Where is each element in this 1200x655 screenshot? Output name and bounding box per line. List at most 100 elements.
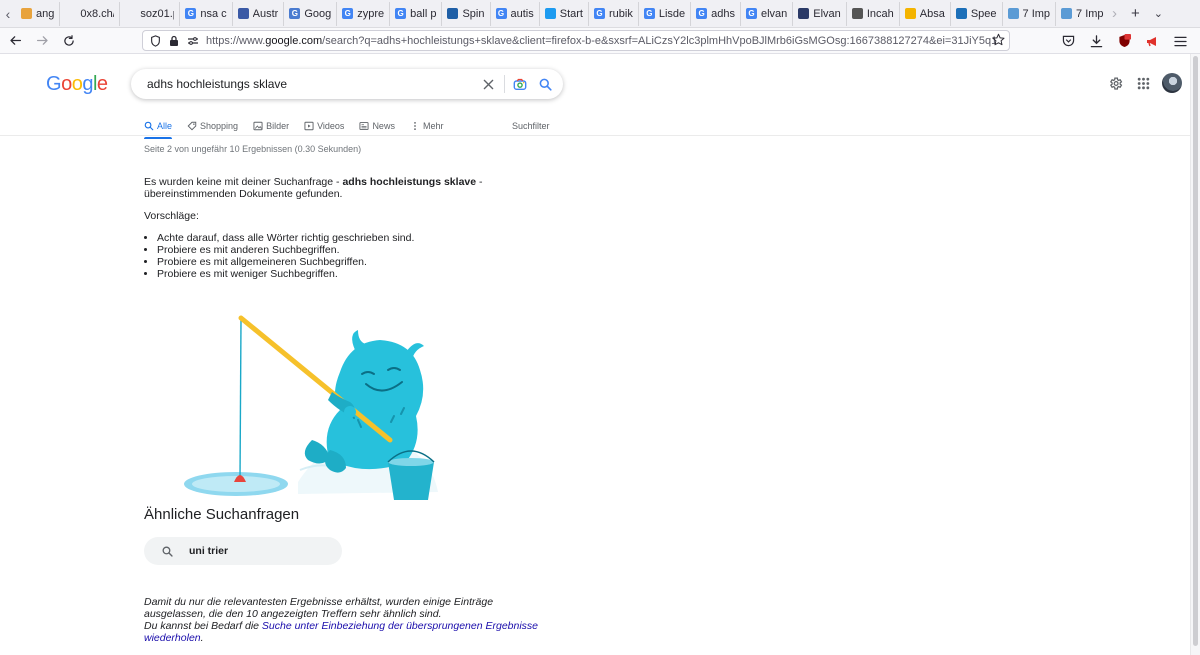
google-header: Google AlleShoppingBilde xyxy=(0,54,1190,139)
tab-title: adhs xyxy=(711,7,735,20)
camera-icon xyxy=(513,78,527,90)
forward-button[interactable] xyxy=(30,29,54,53)
browser-tab[interactable]: soz01.p xyxy=(120,1,181,26)
tab-title: nsa c xyxy=(200,7,227,20)
tab-favicon-icon xyxy=(1061,8,1073,19)
address-bar[interactable]: https://www.google.com/search?q=adhs+hoc… xyxy=(142,30,1010,51)
tab-title: 7 Imp xyxy=(1022,7,1051,20)
tab-actions: › + ⌄ xyxy=(1112,5,1163,22)
more-vert-icon xyxy=(410,121,420,131)
browser-tab[interactable]: Incah xyxy=(847,1,900,26)
bucket xyxy=(388,462,434,500)
google-logo[interactable]: Google xyxy=(46,73,108,96)
new-tab-button[interactable]: + xyxy=(1131,5,1140,22)
tab-mehr[interactable]: Mehr xyxy=(410,116,443,136)
related-search-label: uni trier xyxy=(189,545,229,557)
reload-button[interactable] xyxy=(57,29,81,53)
browser-tab[interactable]: Grubik xyxy=(589,1,639,26)
tab-label: News xyxy=(372,121,395,131)
news-icon xyxy=(359,121,369,131)
browser-tab[interactable]: ang xyxy=(16,1,61,26)
search-filter-button[interactable]: Suchfilter xyxy=(512,116,550,136)
tab-favicon-icon xyxy=(955,8,967,19)
browser-tab[interactable]: G Goog xyxy=(284,1,338,26)
tab-alle[interactable]: Alle xyxy=(144,116,173,139)
browser-tab[interactable]: Gadhs xyxy=(691,1,741,26)
search-icon xyxy=(144,121,154,131)
pocket-icon[interactable] xyxy=(1060,33,1076,49)
tab-favicon-icon xyxy=(447,8,459,19)
url-text[interactable]: https://www.google.com/search?q=adhs+hoc… xyxy=(206,35,996,47)
tab-shopping[interactable]: Shopping xyxy=(187,116,238,136)
tab-title: Lisde xyxy=(658,7,686,20)
ublock-extension-icon[interactable] xyxy=(1116,33,1132,49)
tab-title: ang xyxy=(36,7,55,20)
arrow-left-icon xyxy=(9,36,21,45)
tab-favicon-icon: G xyxy=(643,8,655,19)
no-results-message: Es wurden keine mit deiner Suchanfrage -… xyxy=(144,176,504,200)
no-results-prefix: Es wurden keine mit deiner Suchanfrage - xyxy=(144,176,343,188)
tab-news[interactable]: News xyxy=(359,116,395,136)
browser-tab[interactable]: Elvan xyxy=(793,1,847,26)
tab-title: Start xyxy=(559,7,583,20)
tab-title: elvan xyxy=(760,7,788,20)
back-button[interactable] xyxy=(3,29,27,53)
tab-list: ang0x8.ch/rsoz01.pGnsa cAustrGGoogGzypre… xyxy=(16,0,1106,28)
tag-icon xyxy=(187,121,197,131)
lens-camera-button[interactable] xyxy=(508,72,532,96)
search-button[interactable] xyxy=(533,72,557,96)
search-tabs: Alle Shopping Bilder Videos News Mehr xyxy=(144,116,443,139)
no-results-query: adhs hochleistungs sklave xyxy=(342,176,477,188)
play-icon xyxy=(304,121,314,131)
lock-icon[interactable] xyxy=(167,34,181,48)
downloads-icon[interactable] xyxy=(1088,33,1104,49)
tab-scroll-right-button[interactable]: › xyxy=(1112,5,1117,22)
result-stats: Seite 2 von ungefähr 10 Ergebnissen (0.3… xyxy=(144,144,362,154)
logo-letter: g xyxy=(82,73,93,95)
permissions-icon[interactable] xyxy=(186,34,200,48)
browser-tab[interactable]: Start xyxy=(540,1,589,26)
omitted-text-2: Du kannst bei Bedarf die xyxy=(144,620,262,632)
tab-title: Absa xyxy=(919,7,945,20)
app-menu-icon[interactable] xyxy=(1172,33,1188,49)
url-domain: google.com xyxy=(265,34,323,47)
browser-tab[interactable]: Gelvan xyxy=(741,1,794,26)
search-input[interactable] xyxy=(145,76,475,92)
tab-title: Elvan xyxy=(813,7,841,20)
google-apps-button[interactable] xyxy=(1134,74,1152,92)
browser-tab[interactable]: Gnsa c xyxy=(180,1,233,26)
image-icon xyxy=(253,121,263,131)
bookmark-star-icon[interactable] xyxy=(992,33,1005,49)
logo-letter: o xyxy=(71,73,83,95)
tab-favicon-icon: G xyxy=(696,8,708,19)
suggestions-title: Vorschläge: xyxy=(144,210,199,222)
browser-tab[interactable]: Absa xyxy=(900,1,951,26)
tab-bilder[interactable]: Bilder xyxy=(253,116,289,136)
page-scrollbar[interactable] xyxy=(1190,54,1200,655)
browser-tab[interactable]: Spin xyxy=(442,1,491,26)
omitted-text-1: Damit du nur die relevantesten Ergebniss… xyxy=(144,596,494,620)
omitted-results-notice: Damit du nur die relevantesten Ergebniss… xyxy=(144,596,544,644)
browser-tab[interactable]: 7 Imp xyxy=(1056,2,1106,26)
tab-label: Shopping xyxy=(200,121,239,131)
browser-tab[interactable]: Gball p xyxy=(390,1,443,26)
browser-tab[interactable]: G Lisde xyxy=(639,1,692,26)
related-search-chip[interactable]: uni trier xyxy=(144,537,342,565)
fishing-monster-illustration xyxy=(184,315,438,500)
tracking-shield-icon[interactable] xyxy=(148,34,162,48)
settings-button[interactable] xyxy=(1106,74,1124,92)
scrollbar-thumb[interactable] xyxy=(1193,56,1198,646)
megaphone-extension-icon[interactable] xyxy=(1144,33,1160,49)
browser-tab[interactable]: Austr xyxy=(233,1,285,26)
tab-favicon-icon xyxy=(798,8,810,19)
browser-tab[interactable]: 0x8.ch/r xyxy=(60,1,121,26)
list-all-tabs-button[interactable]: ⌄ xyxy=(1154,7,1163,20)
browser-tab[interactable]: Gautis xyxy=(491,1,540,26)
account-avatar[interactable] xyxy=(1162,73,1182,93)
browser-tab[interactable]: Spee xyxy=(951,1,1003,26)
tab-videos[interactable]: Videos xyxy=(304,116,344,136)
clear-search-button[interactable] xyxy=(476,72,500,96)
browser-tab[interactable]: 7 Imp xyxy=(1003,1,1057,26)
tab-scroll-left-button[interactable]: ‹ xyxy=(0,0,16,28)
browser-tab[interactable]: Gzypre xyxy=(337,1,391,26)
